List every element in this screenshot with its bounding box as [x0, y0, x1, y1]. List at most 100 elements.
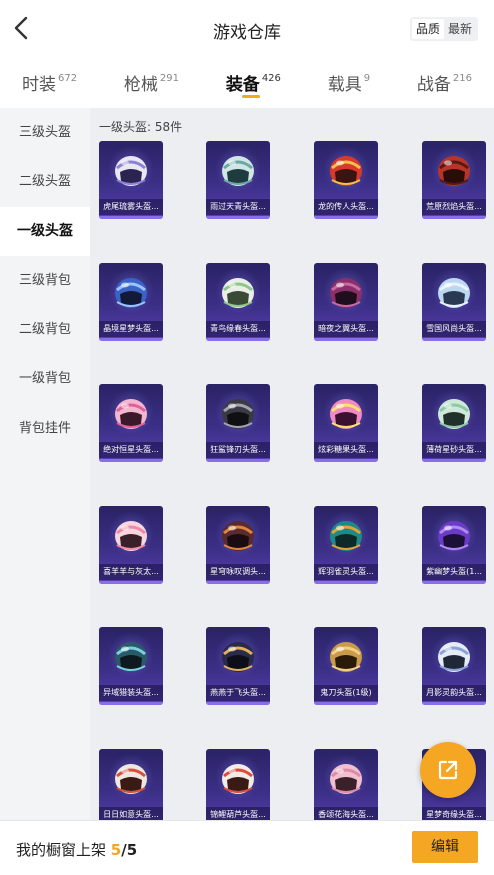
tab-count: 9	[363, 73, 371, 84]
helmet-icon	[222, 642, 254, 672]
sidebar-item-level2-helmet[interactable]: 二级头盔	[0, 157, 90, 206]
share-button[interactable]	[420, 742, 476, 798]
helmet-icon	[438, 399, 470, 429]
helmet-icon	[330, 399, 362, 429]
quality-strip	[422, 580, 486, 584]
sidebar-item-level1-helmet[interactable]: 一级头盔	[0, 206, 90, 256]
item-name: 星穹咏叹调头...	[206, 563, 270, 580]
showcase-status: 我的橱窗上架 5/5	[16, 839, 137, 860]
tab-count: 672	[58, 73, 78, 84]
item-card[interactable]: 锦鲤葫芦头盔...	[206, 748, 270, 820]
quality-strip	[422, 216, 486, 219]
item-name: 虎尾琉雾头盔...	[99, 199, 163, 215]
tab-supplies[interactable]: 战备 216	[417, 58, 472, 106]
item-card[interactable]: 绝对恒星头盔...	[99, 384, 163, 462]
item-card[interactable]: 雨过天青头盔...	[206, 141, 270, 219]
item-card[interactable]: 荒原烈焰头盔...	[422, 141, 486, 219]
helmet-icon	[330, 156, 362, 186]
item-card[interactable]: 紫幽梦头盔(1...	[422, 505, 486, 584]
item-name: 暗夜之翼头盔...	[314, 320, 378, 337]
item-card[interactable]: 虎尾琉雾头盔...	[99, 141, 163, 219]
tab-label: 战备	[416, 75, 451, 95]
quality-strip	[314, 337, 378, 341]
item-name: 荒原烈焰头盔...	[422, 199, 486, 215]
helmet-icon	[330, 277, 362, 308]
item-card[interactable]: 晶境星梦头盔...	[99, 262, 163, 341]
sidebar-item-level3-backpack[interactable]: 三级背包	[0, 256, 90, 305]
helmet-icon	[115, 520, 147, 551]
quality-strip	[206, 337, 270, 341]
item-card[interactable]: 辉羽雀灵头盔...	[314, 505, 378, 584]
item-card[interactable]: 雪国风尚头盔...	[422, 262, 486, 341]
item-card[interactable]: 暗夜之翼头盔...	[314, 262, 378, 341]
helmet-icon	[115, 156, 147, 186]
tab-equipment[interactable]: 装备 426	[226, 58, 281, 106]
item-name: 绝对恒星头盔...	[99, 442, 163, 458]
helmet-icon	[222, 156, 254, 186]
item-card[interactable]: 月影灵韵头盔...	[422, 627, 486, 705]
tab-label: 枪械	[123, 75, 158, 95]
helmet-icon	[222, 763, 254, 794]
subcategory-sidebar: 三级头盔 二级头盔 一级头盔 三级背包 二级背包 一级背包 背包挂件	[0, 108, 90, 820]
item-name: 青鸟缘春头盔...	[206, 320, 270, 337]
item-card[interactable]: 星穹咏叹调头...	[206, 505, 270, 584]
helmet-icon	[330, 642, 362, 672]
item-card[interactable]: 鬼刀头盔(1级)	[314, 627, 378, 705]
item-card[interactable]: 薄荷星砂头盔...	[422, 384, 486, 462]
item-name: 香颂花海头盔...	[314, 806, 378, 820]
item-card[interactable]: 狂鲨锋刃头盔...	[206, 384, 270, 462]
helmet-icon	[115, 399, 147, 429]
item-card[interactable]: 喜羊羊与灰太...	[99, 505, 163, 584]
edit-button[interactable]: 编辑	[412, 831, 478, 863]
tab-count: 291	[159, 73, 179, 84]
quality-strip	[206, 702, 270, 705]
item-name: 龙的传人头盔...	[314, 199, 378, 215]
quality-strip	[99, 337, 163, 341]
quality-strip	[422, 702, 486, 705]
quality-strip	[422, 337, 486, 341]
item-card[interactable]: 异域猎装头盔...	[99, 627, 163, 705]
helmet-icon	[222, 399, 254, 429]
item-card[interactable]: 香颂花海头盔...	[314, 748, 378, 820]
item-name: 喜羊羊与灰太...	[99, 563, 163, 580]
helmet-icon	[330, 520, 362, 551]
tab-label: 装备	[225, 75, 260, 95]
tab-label: 载具	[327, 75, 362, 95]
quality-strip	[99, 580, 163, 584]
quality-strip	[206, 580, 270, 584]
sidebar-item-level3-helmet[interactable]: 三级头盔	[0, 108, 90, 157]
item-card[interactable]: 燕燕于飞头盔...	[206, 627, 270, 705]
helmet-icon	[222, 277, 254, 308]
helmet-icon	[330, 763, 362, 794]
showcase-label: 我的橱窗上架	[16, 841, 107, 859]
tab-vehicles[interactable]: 载具 9	[328, 58, 370, 106]
sort-toggle: 品质 最新	[409, 17, 478, 41]
item-card[interactable]: 青鸟缘春头盔...	[206, 262, 270, 341]
helmet-icon	[115, 277, 147, 308]
sort-newest-option[interactable]: 最新	[444, 19, 476, 39]
sidebar-item-level1-backpack[interactable]: 一级背包	[0, 354, 90, 403]
item-name: 异域猎装头盔...	[99, 685, 163, 701]
item-name: 月影灵韵头盔...	[422, 685, 486, 701]
tab-firearms[interactable]: 枪械 291	[124, 58, 179, 106]
item-name: 薄荷星砂头盔...	[422, 442, 486, 458]
showcase-current-count: 5	[110, 841, 122, 859]
sidebar-item-level2-backpack[interactable]: 二级背包	[0, 305, 90, 354]
helmet-icon	[438, 642, 470, 672]
item-card[interactable]: 龙的传人头盔...	[314, 141, 378, 219]
quality-strip	[314, 216, 378, 219]
helmet-icon	[438, 520, 470, 551]
sidebar-item-backpack-charm[interactable]: 背包挂件	[0, 404, 90, 453]
item-card[interactable]: 炫彩糖果头盔...	[314, 384, 378, 462]
item-name: 雪国风尚头盔...	[422, 320, 486, 337]
item-name: 鬼刀头盔(1级)	[314, 685, 378, 701]
sort-quality-option[interactable]: 品质	[411, 19, 444, 39]
tab-fashion[interactable]: 时装 672	[22, 58, 77, 106]
item-name: 炫彩糖果头盔...	[314, 442, 378, 458]
helmet-icon	[115, 642, 147, 672]
quality-strip	[99, 459, 163, 462]
item-name: 狂鲨锋刃头盔...	[206, 442, 270, 458]
section-title: 一级头盔: 58件	[99, 120, 183, 134]
item-card[interactable]: 日日如意头盔...	[99, 748, 163, 820]
quality-strip	[99, 216, 163, 219]
